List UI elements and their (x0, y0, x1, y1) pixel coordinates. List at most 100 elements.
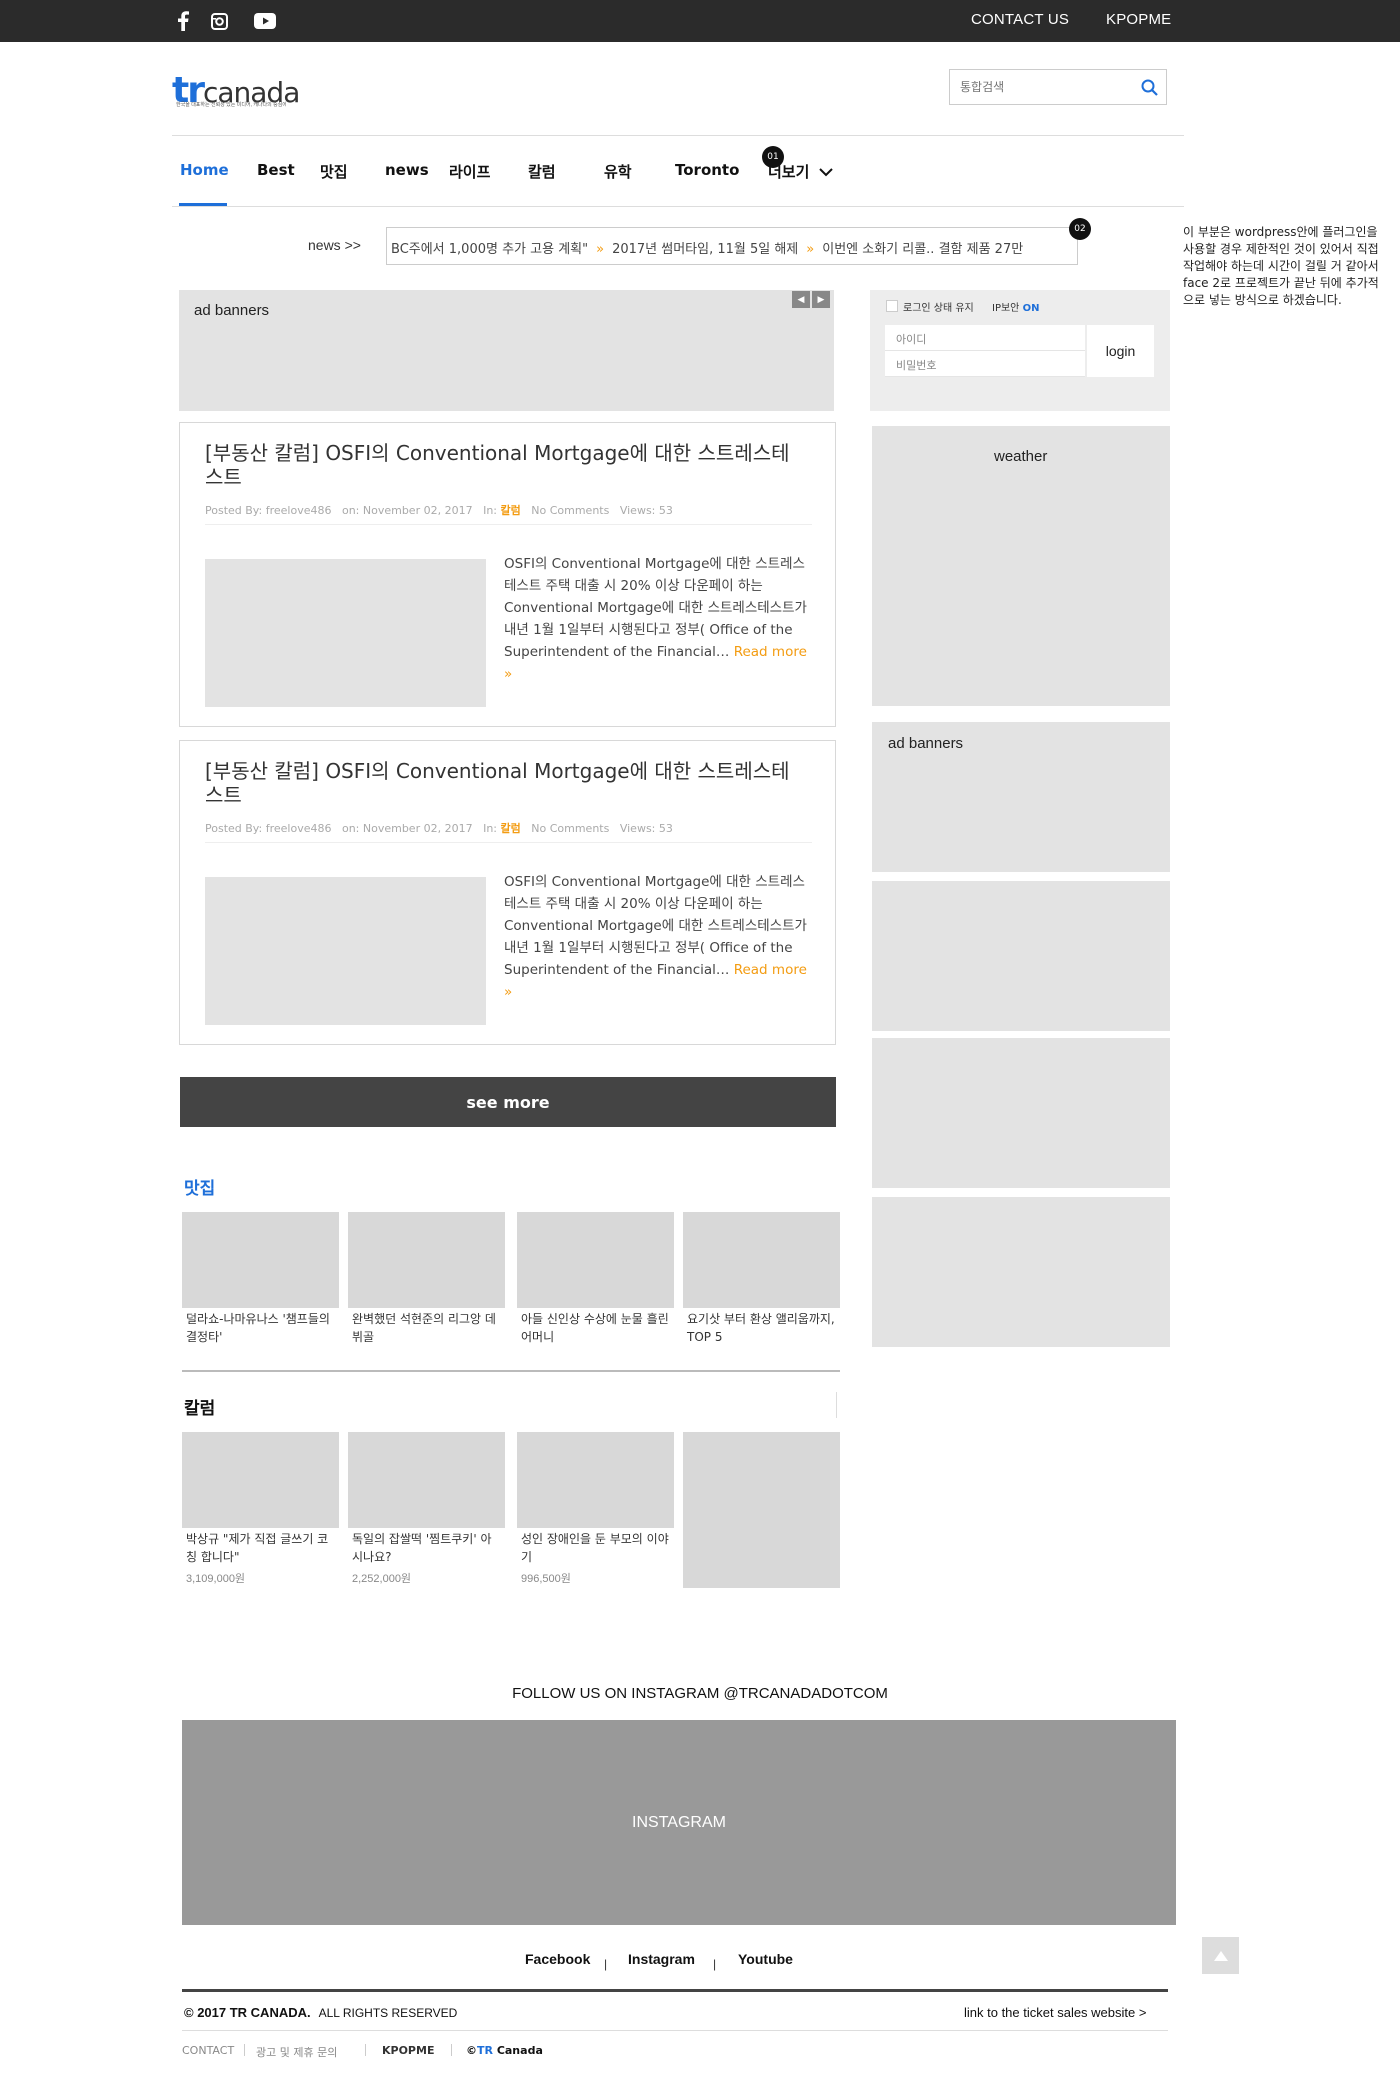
instagram-icon[interactable] (208, 10, 230, 32)
article-category[interactable]: 칼럼 (501, 504, 521, 517)
footer-brand-c: © (466, 2044, 477, 2057)
chevron-down-icon (818, 168, 833, 177)
footer-ad-inquiry-link[interactable]: 광고 및 제휴 문의 (256, 2044, 337, 2060)
article-divider (205, 524, 812, 525)
username-field[interactable]: 아이디 (885, 325, 1085, 351)
prev-arrow-icon[interactable]: ◀ (792, 291, 810, 308)
footer-divider-thin (182, 2030, 1168, 2031)
article-thumbnail[interactable] (205, 559, 486, 707)
article-in: In: (483, 504, 497, 517)
search-input[interactable] (950, 70, 1130, 104)
ticker-item[interactable]: 이번엔 소화기 리콜.. 결함 제품 27만 (822, 242, 1023, 257)
article-excerpt: OSFI의 Conventional Mortgage에 대한 스트레스테스트 … (504, 871, 816, 1003)
ad-banner-label: ad banners (888, 735, 964, 752)
nav-study-abroad[interactable]: 유학 (604, 161, 632, 182)
column-card[interactable]: 성인 장애인을 둔 부모의 이야기 996,500원 (517, 1432, 674, 1588)
article-divider (205, 842, 812, 843)
card-image (683, 1212, 840, 1308)
matjip-card[interactable]: 완벽했던 석현준의 리그앙 데뷔골 (348, 1212, 505, 1348)
ad-banner-label: ad banners (194, 302, 270, 319)
matjip-card[interactable]: 아들 신인상 수상에 눈물 흘린 어머니 (517, 1212, 674, 1348)
article-comments[interactable]: No Comments (531, 504, 609, 517)
search-icon[interactable] (1140, 78, 1160, 98)
login-panel: 로그인 상태 유지 IP보안 ON 아이디 비밀번호 login (870, 290, 1170, 411)
card-image (517, 1212, 674, 1308)
weather-widget: weather (872, 426, 1170, 706)
ticker-item[interactable]: 2017년 썸머타임, 11월 5일 해제 (612, 242, 798, 257)
footer-vsep (365, 2044, 366, 2056)
instagram-feed[interactable]: INSTAGRAM (182, 1720, 1176, 1925)
column-card[interactable]: 독일의 잡쌀떡 '찜트쿠키' 아시나요? 2,252,000원 (348, 1432, 505, 1588)
column-card-placeholder[interactable] (683, 1432, 840, 1588)
ad-banner-side[interactable]: ad banners (872, 722, 1170, 872)
section-title-rule (836, 1392, 837, 1418)
nav-toronto[interactable]: Toronto (675, 161, 739, 179)
contact-us-link[interactable]: CONTACT US (971, 11, 1069, 28)
chevron-right-icon: » (806, 242, 815, 257)
password-field[interactable]: 비밀번호 (885, 351, 1085, 377)
article-author: Posted By: freelove486 (205, 504, 332, 517)
card-price: 996,500원 (521, 1573, 571, 1585)
article-thumbnail[interactable] (205, 877, 486, 1025)
card-price: 2,252,000원 (352, 1573, 412, 1585)
ip-security-toggle[interactable]: IP보안 ON (992, 299, 1039, 314)
footer-contact-link[interactable]: CONTACT (182, 2044, 234, 2057)
ticker-item[interactable]: BC주에서 1,000명 추가 고용 계획" (391, 242, 588, 257)
nav-home[interactable]: Home (180, 161, 229, 179)
footer-kpopme-link[interactable]: KPOPME (382, 2044, 434, 2057)
youtube-icon[interactable] (253, 10, 277, 32)
copyright: © 2017 TR CANADA. ALL RIGHTS RESERVED (184, 2005, 457, 2020)
footer-brand-tr: TR (477, 2044, 493, 2057)
article-excerpt: OSFI의 Conventional Mortgage에 대한 스트레스테스트 … (504, 553, 816, 685)
footer-divider (182, 1989, 1168, 1992)
article-in: In: (483, 822, 497, 835)
article-category[interactable]: 칼럼 (501, 822, 521, 835)
matjip-card[interactable]: 요기삿 부터 환상 앨리웁까지, TOP 5 (683, 1212, 840, 1348)
ad-banner-top[interactable]: ad banners ◀ ▶ (179, 290, 834, 411)
nav-life[interactable]: 라이프 (449, 161, 490, 182)
footer-vsep (244, 2044, 245, 2056)
nav-column[interactable]: 칼럼 (528, 161, 556, 182)
card-caption: 박상규 "제가 직접 글쓰기 코칭 합니다" (186, 1532, 329, 1564)
keep-login-label: 로그인 상태 유지 (903, 303, 974, 314)
nav-matjip[interactable]: 맛집 (320, 161, 348, 182)
card-image (182, 1212, 339, 1308)
login-button[interactable]: login (1087, 325, 1154, 377)
side-banner[interactable] (872, 1038, 1170, 1188)
footer-youtube-link[interactable]: Youtube (738, 1951, 793, 1967)
side-banner[interactable] (872, 1197, 1170, 1347)
matjip-card[interactable]: 덜라쇼-나마유나스 '챔프들의 결정타' (182, 1212, 339, 1348)
ticket-sales-link[interactable]: link to the ticket sales website > (964, 2005, 1146, 2020)
article-card: [부동산 칼럼] OSFI의 Conventional Mortgage에 대한… (179, 422, 836, 727)
article-meta: Posted By: freelove486 on: November 02, … (205, 502, 673, 518)
scroll-to-top-button[interactable] (1202, 1937, 1239, 1974)
column-card[interactable]: 박상규 "제가 직접 글쓰기 코칭 합니다" 3,109,000원 (182, 1432, 339, 1588)
article-title[interactable]: [부동산 칼럼] OSFI의 Conventional Mortgage에 대한… (205, 441, 805, 489)
card-caption: 덜라쇼-나마유나스 '챔프들의 결정타' (186, 1312, 330, 1344)
footer-instagram-link[interactable]: Instagram (628, 1951, 695, 1967)
nav-news[interactable]: news (385, 161, 429, 179)
nav-best[interactable]: Best (257, 161, 295, 179)
footer-facebook-link[interactable]: Facebook (525, 1951, 590, 1967)
ip-security-label: IP보안 (992, 303, 1020, 314)
card-price: 3,109,000원 (186, 1573, 246, 1585)
annotation-badge-01: 01 (762, 146, 784, 168)
keep-login-checkbox[interactable] (886, 300, 898, 312)
login-fields: 아이디 비밀번호 (885, 325, 1085, 377)
ticker-label: news >> (308, 237, 361, 253)
side-banner[interactable] (872, 881, 1170, 1031)
next-arrow-icon[interactable]: ▶ (812, 291, 830, 308)
section-title-column[interactable]: 칼럼 (184, 1394, 215, 1419)
facebook-icon[interactable] (172, 10, 194, 32)
card-image (348, 1432, 505, 1528)
article-title[interactable]: [부동산 칼럼] OSFI의 Conventional Mortgage에 대한… (205, 759, 805, 807)
footer-separator: | (604, 1957, 608, 1971)
instagram-heading[interactable]: FOLLOW US ON INSTAGRAM @TRCANADADOTCOM (0, 1685, 1400, 1702)
card-image (517, 1432, 674, 1528)
article-comments[interactable]: No Comments (531, 822, 609, 835)
see-more-button[interactable]: see more (180, 1077, 836, 1127)
section-title-matjip[interactable]: 맛집 (184, 1174, 215, 1199)
card-caption: 요기삿 부터 환상 앨리웁까지, TOP 5 (687, 1312, 835, 1344)
kpopme-link[interactable]: KPOPME (1106, 11, 1171, 28)
copyright-rights: ALL RIGHTS RESERVED (318, 2006, 458, 2020)
